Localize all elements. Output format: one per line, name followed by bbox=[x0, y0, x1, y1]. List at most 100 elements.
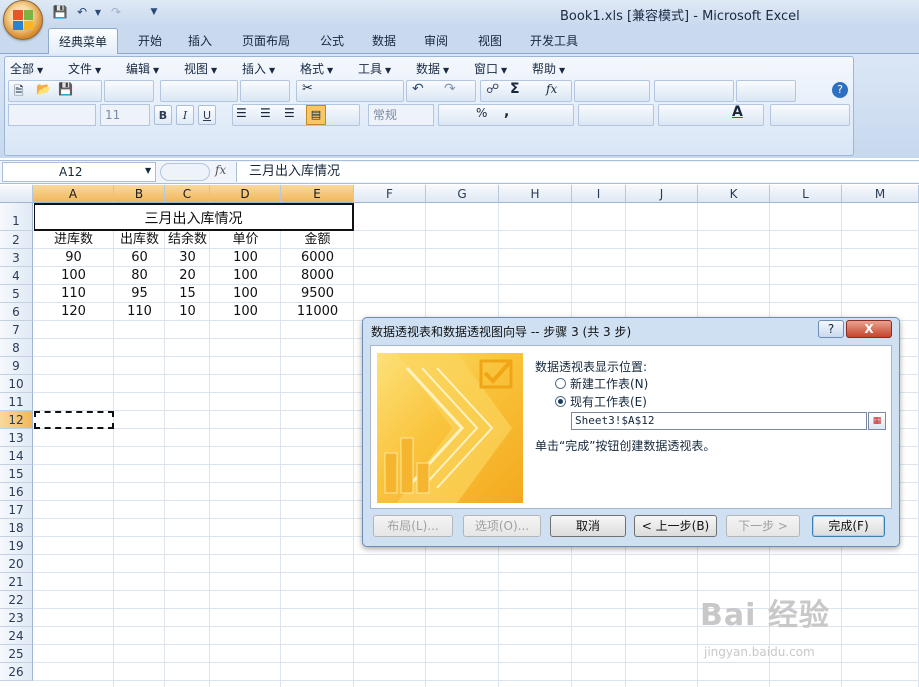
insert-function-icon[interactable]: fx bbox=[546, 82, 557, 96]
row-header-7[interactable]: 7 bbox=[0, 321, 33, 339]
header-cell[interactable]: 金额 bbox=[281, 231, 354, 249]
autosum-icon[interactable]: Σ bbox=[510, 81, 520, 97]
column-header-G[interactable]: G bbox=[426, 185, 499, 203]
back-button[interactable]: < 上一步(B) bbox=[634, 515, 717, 537]
data-cell[interactable]: 110 bbox=[114, 303, 165, 321]
undo-icon[interactable]: ↶ bbox=[74, 4, 90, 20]
range-collapse-icon[interactable]: ▦ bbox=[868, 412, 886, 430]
data-cell[interactable]: 120 bbox=[33, 303, 114, 321]
row-header-12[interactable]: 12 bbox=[0, 411, 33, 429]
font-name-combo[interactable] bbox=[8, 104, 96, 126]
help-icon[interactable]: ? bbox=[832, 82, 848, 98]
align-right-icon[interactable]: ☰ bbox=[284, 106, 295, 120]
italic-button[interactable]: I bbox=[176, 105, 194, 125]
row-header-26[interactable]: 26 bbox=[0, 663, 33, 681]
menu-item-4[interactable]: 插入 ▼ bbox=[242, 60, 275, 77]
row-header-15[interactable]: 15 bbox=[0, 465, 33, 483]
open-file-icon[interactable]: 📂 bbox=[36, 82, 51, 96]
tab-4[interactable]: 公式 bbox=[310, 28, 354, 54]
finish-button[interactable]: 完成(F) bbox=[812, 515, 885, 537]
data-cell[interactable]: 100 bbox=[33, 267, 114, 285]
row-header-10[interactable]: 10 bbox=[0, 375, 33, 393]
hyperlink-icon[interactable]: ☍ bbox=[486, 82, 499, 97]
dialog-close-button[interactable]: X bbox=[846, 320, 892, 338]
tab-2[interactable]: 插入 bbox=[178, 28, 222, 54]
data-cell[interactable]: 60 bbox=[114, 249, 165, 267]
data-cell[interactable]: 100 bbox=[210, 249, 281, 267]
data-cell[interactable]: 15 bbox=[165, 285, 210, 303]
underline-button[interactable]: U bbox=[198, 105, 216, 125]
radio-existing-sheet[interactable]: 现有工作表(E) bbox=[555, 393, 647, 410]
row-header-2[interactable]: 2 bbox=[0, 231, 33, 249]
column-header-B[interactable]: B bbox=[114, 185, 165, 203]
tab-3[interactable]: 页面布局 bbox=[232, 28, 300, 54]
row-header-11[interactable]: 11 bbox=[0, 393, 33, 411]
row-header-19[interactable]: 19 bbox=[0, 537, 33, 555]
tab-6[interactable]: 审阅 bbox=[414, 28, 458, 54]
data-cell[interactable]: 80 bbox=[114, 267, 165, 285]
data-cell[interactable]: 9500 bbox=[281, 285, 354, 303]
cancel-button[interactable]: 取消 bbox=[550, 515, 626, 537]
column-header-I[interactable]: I bbox=[572, 185, 626, 203]
formula-expand-handle[interactable] bbox=[160, 163, 210, 181]
tab-0[interactable]: 经典菜单 bbox=[48, 28, 119, 55]
font-color-icon[interactable]: A bbox=[732, 104, 743, 120]
office-button[interactable] bbox=[3, 0, 43, 40]
menu-item-6[interactable]: 工具 ▼ bbox=[358, 60, 391, 77]
data-cell[interactable]: 95 bbox=[114, 285, 165, 303]
row-header-8[interactable]: 8 bbox=[0, 339, 33, 357]
column-header-L[interactable]: L bbox=[770, 185, 842, 203]
row-header-21[interactable]: 21 bbox=[0, 573, 33, 591]
row-header-5[interactable]: 5 bbox=[0, 285, 33, 303]
column-header-K[interactable]: K bbox=[698, 185, 770, 203]
menu-item-2[interactable]: 编辑 ▼ bbox=[126, 60, 159, 77]
row-header-16[interactable]: 16 bbox=[0, 483, 33, 501]
radio-existing-indicator[interactable] bbox=[555, 396, 566, 407]
percent-icon[interactable]: % bbox=[476, 106, 487, 120]
row-header-3[interactable]: 3 bbox=[0, 249, 33, 267]
tab-8[interactable]: 开发工具 bbox=[520, 28, 588, 54]
header-cell[interactable]: 进库数 bbox=[33, 231, 114, 249]
header-cell[interactable]: 出库数 bbox=[114, 231, 165, 249]
customize-qat-icon[interactable]: ▼ bbox=[146, 4, 162, 20]
font-size-combo[interactable]: 11 bbox=[100, 104, 150, 126]
data-cell[interactable]: 10 bbox=[165, 303, 210, 321]
row-header-13[interactable]: 13 bbox=[0, 429, 33, 447]
tab-7[interactable]: 视图 bbox=[468, 28, 512, 54]
row-header-1[interactable]: 1 bbox=[0, 203, 33, 231]
column-header-D[interactable]: D bbox=[210, 185, 281, 203]
insert-function-bar-icon[interactable]: fx bbox=[215, 163, 226, 177]
next-button[interactable]: 下一步 > bbox=[726, 515, 800, 537]
data-cell[interactable]: 8000 bbox=[281, 267, 354, 285]
toolbar-redo-icon[interactable]: ↷ bbox=[444, 81, 456, 97]
column-header-A[interactable]: A bbox=[33, 185, 114, 203]
redo-icon[interactable]: ↷ bbox=[108, 4, 124, 20]
comma-style-icon[interactable]: , bbox=[504, 104, 509, 120]
formula-input[interactable]: 三月出入库情况 bbox=[236, 162, 919, 182]
radio-new-sheet[interactable]: 新建工作表(N) bbox=[555, 375, 648, 392]
toolbar-save-icon[interactable]: 💾 bbox=[58, 82, 73, 96]
tab-5[interactable]: 数据 bbox=[362, 28, 406, 54]
menu-item-8[interactable]: 窗口 ▼ bbox=[474, 60, 507, 77]
row-header-23[interactable]: 23 bbox=[0, 609, 33, 627]
name-box-dropdown-icon[interactable]: ▼ bbox=[145, 166, 151, 175]
row-header-18[interactable]: 18 bbox=[0, 519, 33, 537]
sheet-title-cell[interactable]: 三月出入库情况 bbox=[34, 203, 354, 231]
range-input[interactable]: Sheet3!$A$12 bbox=[571, 412, 867, 430]
radio-new-indicator[interactable] bbox=[555, 378, 566, 389]
column-header-M[interactable]: M bbox=[842, 185, 919, 203]
column-header-C[interactable]: C bbox=[165, 185, 210, 203]
menu-item-3[interactable]: 视图 ▼ bbox=[184, 60, 217, 77]
data-cell[interactable]: 20 bbox=[165, 267, 210, 285]
row-header-14[interactable]: 14 bbox=[0, 447, 33, 465]
row-header-20[interactable]: 20 bbox=[0, 555, 33, 573]
save-icon[interactable]: 💾 bbox=[52, 4, 68, 20]
menu-item-5[interactable]: 格式 ▼ bbox=[300, 60, 333, 77]
column-header-H[interactable]: H bbox=[499, 185, 572, 203]
selected-cell-marquee[interactable] bbox=[34, 411, 114, 429]
name-box[interactable]: A12 bbox=[2, 162, 156, 182]
column-header-F[interactable]: F bbox=[354, 185, 426, 203]
data-cell[interactable]: 30 bbox=[165, 249, 210, 267]
row-header-6[interactable]: 6 bbox=[0, 303, 33, 321]
toolbar-undo-icon[interactable]: ↶ bbox=[412, 81, 424, 97]
